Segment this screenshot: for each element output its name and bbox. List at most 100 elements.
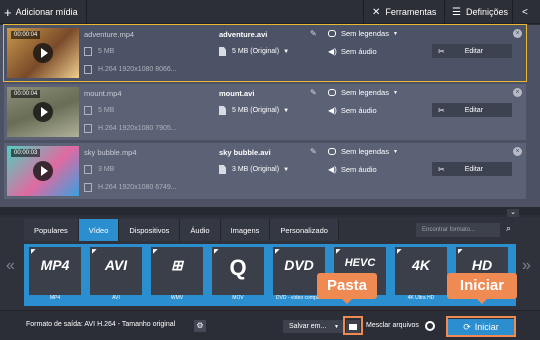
video-thumbnail[interactable]: 00:00:03 bbox=[7, 146, 79, 196]
edit-button[interactable]: ✂ Editar bbox=[432, 44, 512, 58]
chevron-down-icon: ▼ bbox=[392, 30, 398, 37]
format-tabs: Populares Vídeo Dispositivos Áudio Image… bbox=[24, 219, 339, 241]
output-size-text: 5 MB (Original) bbox=[232, 107, 280, 114]
rename-icon[interactable]: ✎ bbox=[310, 29, 317, 38]
file-list: 00:00:04 adventure.mp4 5 MB H.264 1920x1… bbox=[0, 24, 540, 207]
tab-devices[interactable]: Dispositivos bbox=[119, 219, 181, 241]
format-tile-wmv[interactable]: ◤ ⊞ bbox=[151, 247, 203, 295]
format-tile-mov[interactable]: ◤ Q bbox=[212, 247, 264, 295]
gear-icon[interactable]: ⚙ bbox=[194, 320, 206, 332]
converter-window: + Adicionar mídia ✕ Ferramentas ☰ Defini… bbox=[0, 0, 540, 340]
source-size-text: 3 MB bbox=[98, 166, 115, 173]
remove-icon[interactable]: × bbox=[513, 88, 522, 97]
format-search-input[interactable]: Encontrar formato... bbox=[416, 223, 500, 237]
tab-popular[interactable]: Populares bbox=[24, 219, 79, 241]
subtitles-text: Sem legendas bbox=[341, 147, 389, 156]
play-icon[interactable] bbox=[33, 102, 53, 122]
subtitles-text: Sem legendas bbox=[341, 29, 389, 38]
chevron-down-icon: ◤ bbox=[214, 249, 219, 255]
subtitles-icon bbox=[328, 89, 336, 96]
chevron-down-icon: ▼ bbox=[283, 166, 290, 173]
play-icon[interactable] bbox=[33, 161, 53, 181]
scroll-right-icon[interactable]: » bbox=[522, 257, 531, 275]
video-icon bbox=[84, 183, 92, 192]
scroll-left-icon[interactable]: « bbox=[6, 257, 15, 275]
edit-label: Editar bbox=[464, 47, 483, 55]
add-media-button[interactable]: + Adicionar mídia bbox=[4, 4, 78, 20]
windows-icon: ⊞ bbox=[171, 257, 183, 273]
edit-button[interactable]: ✂ Editar bbox=[432, 162, 512, 176]
panel-divider bbox=[0, 207, 540, 215]
collapse-panel-icon[interactable]: ⌄ bbox=[507, 209, 519, 217]
chevron-down-icon: ▼ bbox=[283, 48, 290, 55]
source-codec: H.264 1920x1080 6749... bbox=[84, 183, 177, 192]
subtitles-dropdown[interactable]: Sem legendas ▼ bbox=[328, 88, 398, 97]
source-size-text: 5 MB bbox=[98, 48, 115, 55]
cut-icon: ✂ bbox=[438, 105, 445, 115]
play-icon[interactable] bbox=[33, 43, 53, 63]
output-filename: mount.avi bbox=[219, 89, 255, 98]
format-logo: HD bbox=[471, 257, 493, 273]
format-tile-mp4[interactable]: ◤ MP4 bbox=[29, 247, 81, 295]
format-tile-4k[interactable]: ◤ 4K bbox=[395, 247, 447, 295]
remove-icon[interactable]: × bbox=[513, 147, 522, 156]
tab-custom[interactable]: Personalizado bbox=[270, 219, 339, 241]
audio-dropdown[interactable]: ◀) Sem áudio bbox=[328, 165, 377, 174]
audio-dropdown[interactable]: ◀) Sem áudio bbox=[328, 106, 377, 115]
chevron-down-icon: ◤ bbox=[153, 249, 158, 255]
share-icon: < bbox=[522, 6, 528, 18]
speaker-icon: ◀) bbox=[328, 106, 337, 115]
divider bbox=[512, 0, 513, 24]
file-icon bbox=[219, 47, 226, 56]
settings-button[interactable]: ☰ Definições bbox=[452, 4, 508, 20]
audio-dropdown[interactable]: ◀) Sem áudio bbox=[328, 47, 377, 56]
device-search-icon[interactable]: ⌕ bbox=[506, 223, 511, 234]
share-button[interactable]: < bbox=[522, 4, 533, 20]
quicktime-icon: Q bbox=[229, 255, 247, 280]
chevron-down-icon: ▼ bbox=[334, 323, 339, 330]
file-item[interactable]: 00:00:04 adventure.mp4 5 MB H.264 1920x1… bbox=[3, 24, 527, 82]
chevron-down-icon: ◤ bbox=[92, 249, 97, 255]
remove-icon[interactable]: × bbox=[513, 29, 522, 38]
edit-button[interactable]: ✂ Editar bbox=[432, 103, 512, 117]
video-thumbnail[interactable]: 00:00:04 bbox=[7, 87, 79, 137]
file-item[interactable]: 00:00:04 mount.mp4 5 MB H.264 1920x1080 … bbox=[4, 84, 526, 140]
source-codec-text: H.264 1920x1080 6749... bbox=[98, 184, 177, 191]
chevron-down-icon: ▼ bbox=[392, 148, 398, 155]
file-item[interactable]: 00:00:03 sky bubble.mp4 3 MB H.264 1920x… bbox=[4, 143, 526, 199]
output-size-dropdown[interactable]: 3 MB (Original) ▼ bbox=[219, 165, 289, 174]
tab-images[interactable]: Imagens bbox=[220, 219, 271, 241]
format-label: WMV bbox=[170, 295, 184, 301]
source-filename: adventure.mp4 bbox=[84, 30, 135, 39]
audio-text: Sem áudio bbox=[340, 165, 377, 174]
output-filename: adventure.avi bbox=[219, 30, 268, 39]
settings-label: Definições bbox=[465, 7, 508, 17]
format-label: MP4 bbox=[49, 295, 61, 301]
format-label: AVI bbox=[112, 295, 120, 301]
tab-audio[interactable]: Áudio bbox=[180, 219, 221, 241]
format-label: 4K Ultra HD bbox=[407, 295, 435, 301]
chevron-down-icon: ◤ bbox=[336, 249, 341, 255]
rename-icon[interactable]: ✎ bbox=[310, 147, 317, 156]
file-icon bbox=[219, 106, 226, 115]
format-tile-avi[interactable]: ◤ AVI bbox=[90, 247, 142, 295]
video-thumbnail[interactable]: 00:00:04 bbox=[7, 28, 79, 78]
save-to-dropdown[interactable]: Salvar em... ▼ bbox=[283, 320, 343, 333]
merge-files-toggle[interactable] bbox=[425, 321, 435, 331]
format-label: MOV bbox=[232, 295, 244, 301]
chevron-down-icon: ◤ bbox=[397, 249, 402, 255]
file-icon bbox=[84, 165, 92, 174]
cut-icon: ✂ bbox=[438, 164, 445, 174]
output-size-dropdown[interactable]: 5 MB (Original) ▼ bbox=[219, 106, 289, 115]
tab-video[interactable]: Vídeo bbox=[78, 219, 120, 241]
output-size-text: 5 MB (Original) bbox=[232, 48, 280, 55]
speaker-icon: ◀) bbox=[328, 165, 337, 174]
tools-button[interactable]: ✕ Ferramentas bbox=[372, 4, 436, 20]
rename-icon[interactable]: ✎ bbox=[310, 88, 317, 97]
file-icon bbox=[84, 47, 92, 56]
cut-icon: ✂ bbox=[438, 46, 445, 56]
subtitles-dropdown[interactable]: Sem legendas ▼ bbox=[328, 147, 398, 156]
subtitles-dropdown[interactable]: Sem legendas ▼ bbox=[328, 29, 398, 38]
output-size-dropdown[interactable]: 5 MB (Original) ▼ bbox=[219, 47, 289, 56]
speaker-icon: ◀) bbox=[328, 47, 337, 56]
